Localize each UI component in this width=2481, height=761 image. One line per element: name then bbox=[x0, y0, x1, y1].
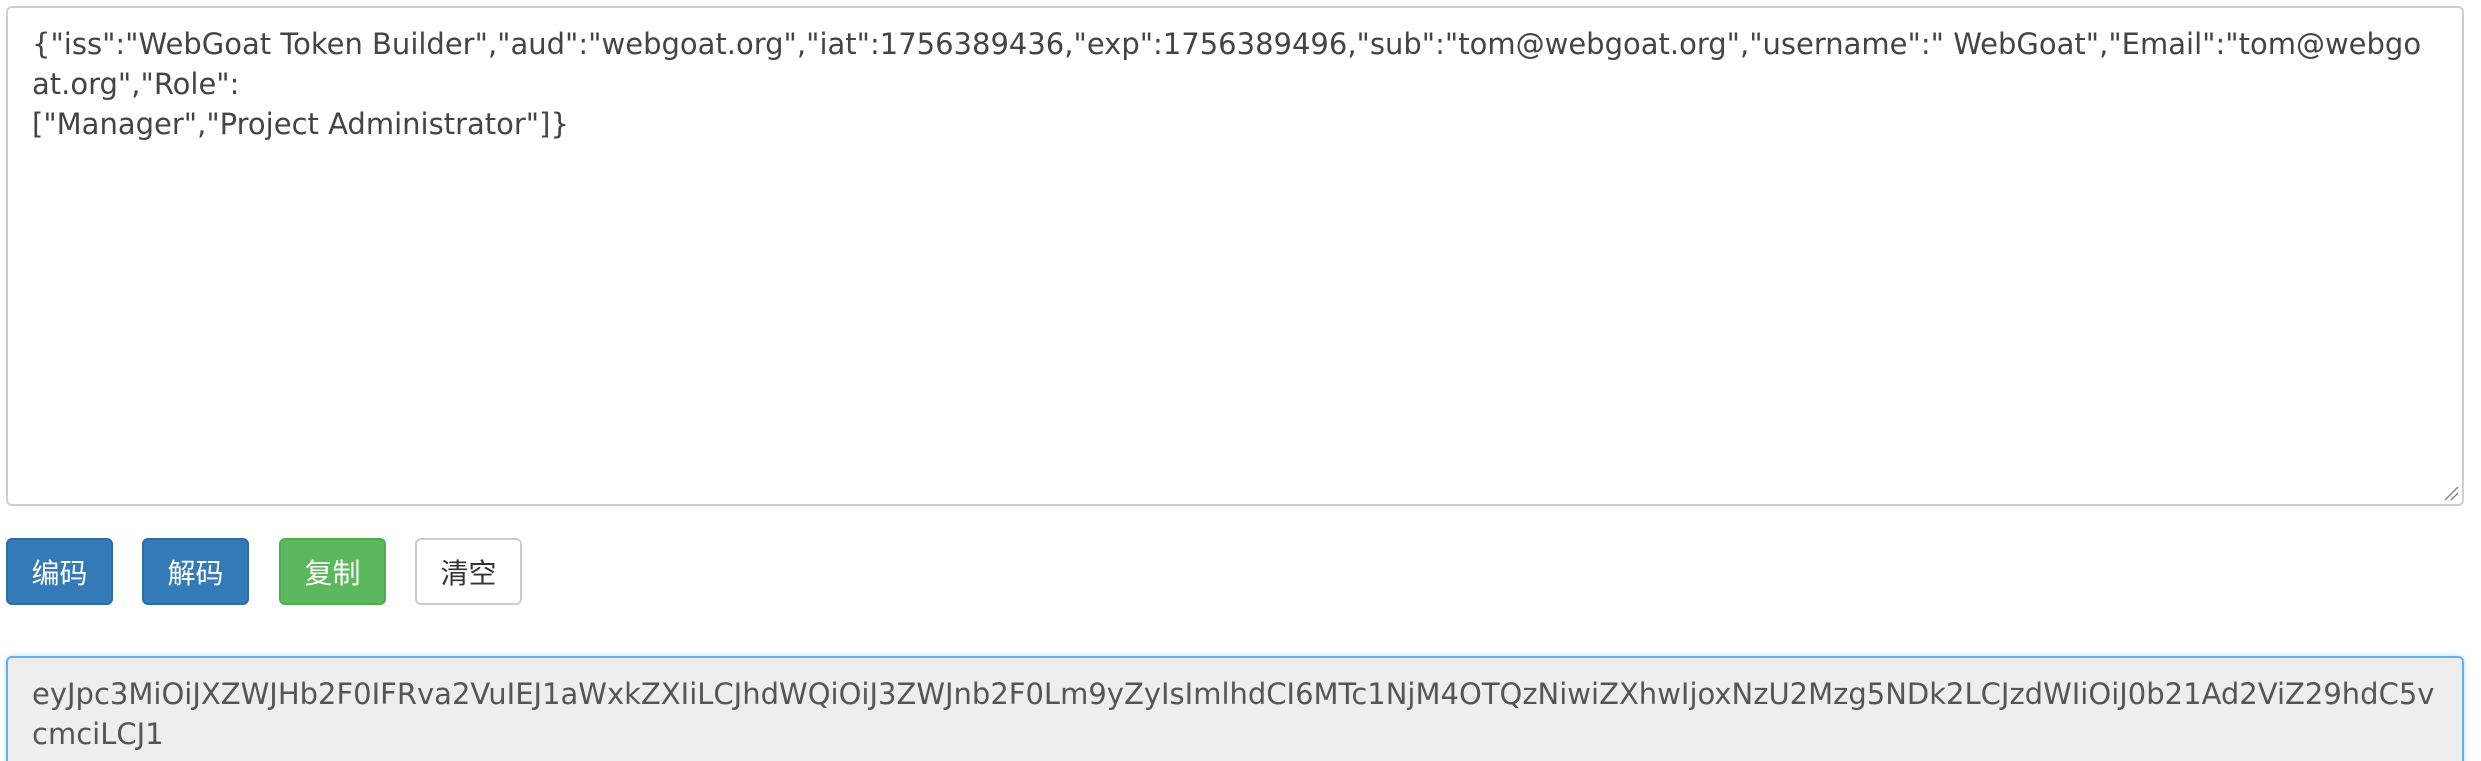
copy-button[interactable]: 复制 bbox=[279, 538, 386, 605]
decode-button[interactable]: 解码 bbox=[142, 538, 249, 605]
resize-grip-icon[interactable] bbox=[2443, 485, 2459, 501]
encode-button[interactable]: 编码 bbox=[6, 538, 113, 605]
jwt-encoder-page: {"iss":"WebGoat Token Builder","aud":"we… bbox=[0, 0, 2481, 761]
clear-button[interactable]: 清空 bbox=[415, 538, 522, 605]
encoded-token-output[interactable]: eyJpc3MiOiJXZWJHb2F0IFRva2VuIEJ1aWxkZXIi… bbox=[6, 656, 2464, 761]
jwt-payload-textarea[interactable]: {"iss":"WebGoat Token Builder","aud":"we… bbox=[6, 6, 2464, 506]
